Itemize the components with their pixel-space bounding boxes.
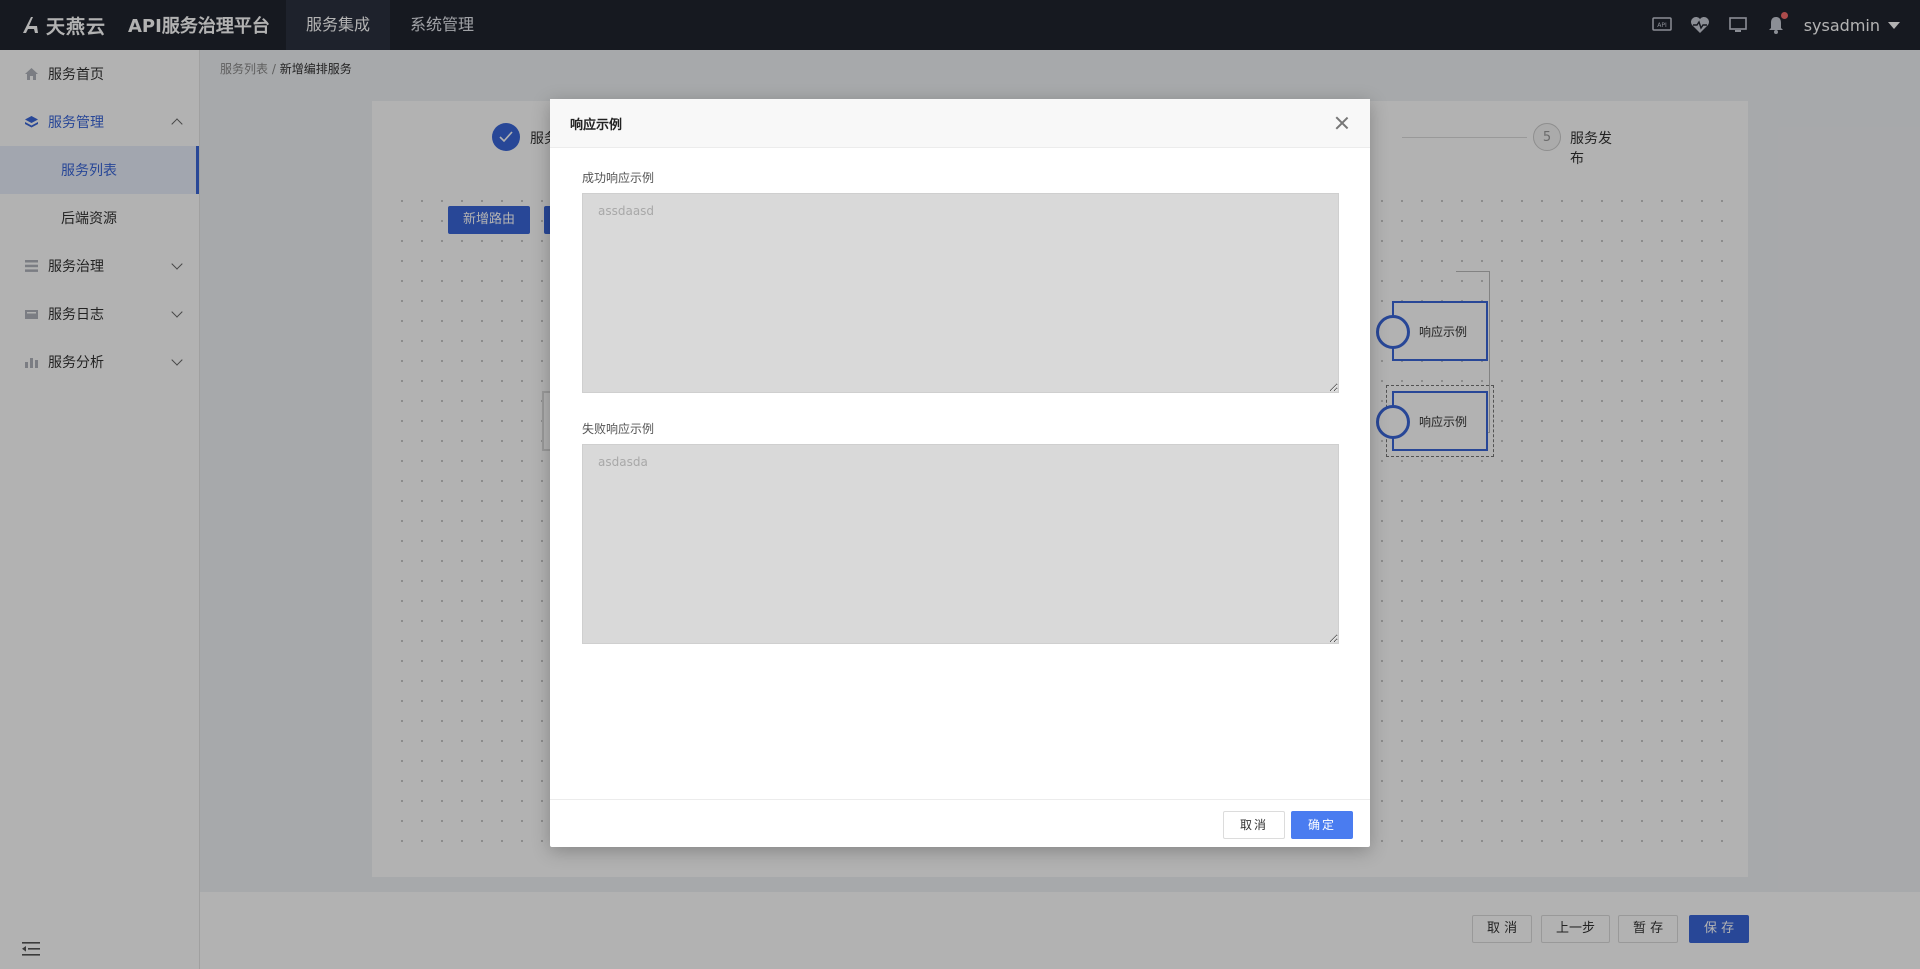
fail-response-label: 失败响应示例: [582, 422, 655, 436]
close-icon[interactable]: [1336, 117, 1348, 129]
success-response-textarea[interactable]: [582, 193, 1339, 393]
dialog-confirm-button[interactable]: 确定: [1291, 811, 1354, 839]
dialog-header: 响应示例: [550, 99, 1370, 148]
response-example-dialog: 响应示例 成功响应示例 失败响应示例 取消 确定: [550, 99, 1370, 847]
fail-response-textarea[interactable]: [582, 444, 1339, 644]
dialog-title: 响应示例: [570, 117, 623, 133]
dialog-footer: 取消 确定: [550, 799, 1370, 847]
dialog-cancel-button[interactable]: 取消: [1223, 811, 1286, 839]
success-response-label: 成功响应示例: [582, 171, 655, 185]
